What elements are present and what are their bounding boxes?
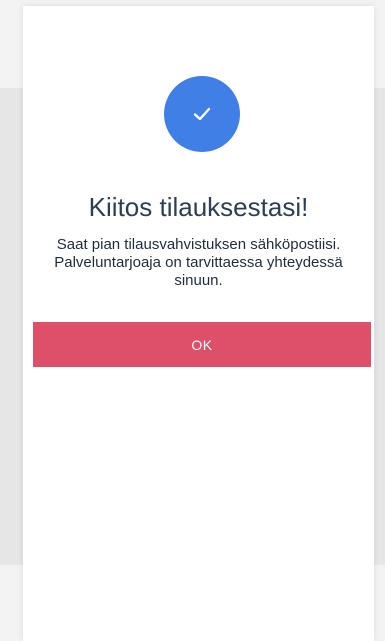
dialog-title: Kiitos tilauksestasi! <box>88 192 309 222</box>
success-badge <box>164 76 240 152</box>
dialog-message: Saat pian tilausvahvistuksen sähköpostii… <box>54 236 343 289</box>
order-confirmation-dialog: Kiitos tilauksestasi! Saat pian tilausva… <box>23 6 374 641</box>
ok-button[interactable]: OK <box>33 322 371 367</box>
check-icon <box>193 107 211 121</box>
